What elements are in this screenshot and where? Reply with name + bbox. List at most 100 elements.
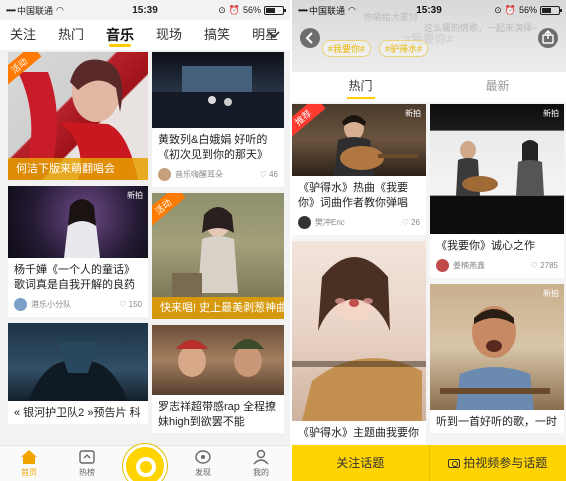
profile-icon xyxy=(253,449,269,465)
video-title: 罗志祥超带感rap 全程撩妹high到欲罢不能 xyxy=(158,401,276,428)
shoot-video-label: 拍视频参与话题 xyxy=(463,456,548,470)
bottom-tab-bar: 首页 热榜 发现 我的 xyxy=(0,444,290,481)
video-thumbnail: 新拍 xyxy=(430,284,564,410)
video-title: 听到一首好听的歌，一时 xyxy=(436,416,557,428)
feed-column-left: 活动 何洁下版来萌翻唱会 新拍 杨千嬅《一个人的童话》歌词真是自我开解的良药 港… xyxy=(8,52,148,430)
tab-home[interactable]: 首页 xyxy=(4,449,54,481)
home-icon xyxy=(21,450,37,464)
video-caption-overlay: 快来唱! 史上最美剥葱神曲 xyxy=(152,297,284,319)
author-name[interactable]: 港乐小分队 xyxy=(31,299,71,310)
like-count: ♡ 26 xyxy=(401,218,420,227)
like-value: 150 xyxy=(128,300,142,309)
author-name[interactable]: 樊冲Eric xyxy=(315,217,345,228)
right-screen: ••••• 中国联通 ◠ 15:39 ⊙ ⏰ 56% 你能给大家讨 这么暖的情歌… xyxy=(292,0,566,481)
tab-live[interactable]: 现场 xyxy=(156,20,182,50)
feed-column-right: 黄致列&白娥娟 好听的《初次见到你的那天》 音乐嗨醒耳朵 ♡ 46 活动 快来唱… xyxy=(152,52,284,439)
share-button[interactable] xyxy=(538,28,558,48)
lock-rotation-icon: ⊙ xyxy=(218,4,226,15)
like-value: 26 xyxy=(411,218,420,227)
chevron-left-icon xyxy=(305,32,313,44)
watermark: 新拍 xyxy=(543,289,559,298)
alarm-icon: ⏰ xyxy=(228,4,240,15)
tab-label: 发现 xyxy=(195,468,211,477)
like-value: 2785 xyxy=(540,261,558,270)
video-card[interactable]: 黄致列&白娥娟 好听的《初次见到你的那天》 音乐嗨醒耳朵 ♡ 46 xyxy=(152,52,284,187)
wifi-icon: ◠ xyxy=(56,4,64,15)
video-card[interactable]: 推荐 新拍 《驴得水》热曲《我要你》词曲作者教你弹唱 樊冲Eric ♡ 26 xyxy=(292,104,426,235)
tab-label: 我的 xyxy=(253,468,269,477)
carrier-label: 中国联通 xyxy=(17,5,54,16)
watermark: 新拍 xyxy=(127,191,143,200)
tab-hot-list[interactable]: 热榜 xyxy=(62,449,112,481)
video-card[interactable]: 新拍 《我要你》诚心之作 姜楠燕鑫 ♡ 2785 xyxy=(430,104,564,278)
author-name[interactable]: 音乐嗨醒耳朵 xyxy=(175,169,223,180)
battery-percent: 56% xyxy=(242,5,261,15)
topic-description: 你能给大家讨 xyxy=(364,12,419,22)
avatar[interactable] xyxy=(14,298,27,311)
chevron-down-icon[interactable] xyxy=(268,28,280,42)
left-screen: ••••• 中国联通 ◠ 15:39 ⊙ ⏰ 56% 关注 热门 音乐 现场 搞… xyxy=(0,0,290,481)
back-button[interactable] xyxy=(300,28,320,48)
video-card[interactable]: 新拍 杨千嬅《一个人的童话》歌词真是自我开解的良药 港乐小分队 ♡ 150 xyxy=(8,186,148,317)
battery-percent: 56% xyxy=(518,5,537,15)
signal-icon: ••••• xyxy=(298,5,308,15)
signal-icon: ••••• xyxy=(6,5,16,15)
tab-funny[interactable]: 搞笑 xyxy=(204,20,230,50)
tab-discover[interactable]: 发现 xyxy=(178,449,228,481)
lock-rotation-icon: ⊙ xyxy=(494,4,502,15)
video-card[interactable]: 活动 何洁下版来萌翻唱会 xyxy=(8,52,148,180)
category-tabs: 关注 热门 音乐 现场 搞笑 明星 xyxy=(0,20,290,50)
record-icon xyxy=(123,444,167,481)
video-thumbnail: 推荐 新拍 xyxy=(292,104,426,176)
follow-topic-button[interactable]: 关注话题 xyxy=(292,445,429,481)
avatar[interactable] xyxy=(436,259,449,272)
video-caption-overlay: 何洁下版来萌翻唱会 xyxy=(8,158,148,180)
video-card[interactable]: 罗志祥超带感rap 全程撩妹high到欲罢不能 xyxy=(152,325,284,433)
feed-column-left: 推荐 新拍 《驴得水》热曲《我要你》词曲作者教你弹唱 樊冲Eric ♡ 26 《… xyxy=(292,104,426,450)
tab-hot[interactable]: 热门 xyxy=(292,72,429,102)
video-card[interactable]: 新拍 听到一首好听的歌，一时 xyxy=(430,284,564,433)
topic-header: ••••• 中国联通 ◠ 15:39 ⊙ ⏰ 56% 你能给大家讨 这么暖的情歌… xyxy=(292,0,566,72)
follow-topic-label: 关注话题 xyxy=(336,456,385,470)
video-thumbnail: 活动 何洁下版来萌翻唱会 xyxy=(8,52,148,180)
topic-tag[interactable]: #我要你# xyxy=(322,40,372,57)
discover-icon xyxy=(195,450,211,464)
video-thumbnail: 新拍 xyxy=(8,186,148,258)
status-bar: ••••• 中国联通 ◠ 15:39 ⊙ ⏰ 56% xyxy=(0,0,290,20)
clock: 15:39 xyxy=(416,4,442,16)
tab-music[interactable]: 音乐 xyxy=(106,20,134,50)
watermark: 新拍 xyxy=(405,109,421,118)
share-icon xyxy=(542,30,554,44)
video-thumbnail: 活动 快来唱! 史上最美剥葱神曲 xyxy=(152,193,284,319)
topic-action-bar: 关注话题 拍视频参与话题 xyxy=(292,445,566,481)
avatar[interactable] xyxy=(158,168,171,181)
tab-follow[interactable]: 关注 xyxy=(10,20,36,50)
watermark: 新拍 xyxy=(543,109,559,118)
like-count: ♡ 150 xyxy=(119,300,142,309)
video-thumbnail xyxy=(152,52,284,128)
video-card[interactable]: 活动 快来唱! 史上最美剥葱神曲 xyxy=(152,193,284,319)
status-bar: ••••• 中国联通 ◠ 15:39 ⊙ ⏰ 56% xyxy=(292,0,566,20)
alarm-icon: ⏰ xyxy=(504,4,516,15)
author-name[interactable]: 姜楠燕鑫 xyxy=(453,260,485,271)
tab-profile[interactable]: 我的 xyxy=(236,449,286,481)
video-title: 《我要你》诚心之作 xyxy=(436,240,535,252)
shoot-video-button[interactable]: 拍视频参与话题 xyxy=(428,445,566,481)
sort-tabs: 热门 最新 xyxy=(292,72,566,102)
tab-latest[interactable]: 最新 xyxy=(429,72,566,102)
video-title: 黄致列&白娥娟 好听的《初次见到你的那天》 xyxy=(158,134,268,161)
video-thumbnail xyxy=(152,325,284,395)
tab-record[interactable] xyxy=(120,444,170,481)
battery-icon xyxy=(264,5,286,15)
video-card[interactable]: 《驴得水》主题曲我要你 xyxy=(292,241,426,444)
topic-tag[interactable]: #驴得水# xyxy=(379,40,429,57)
wifi-icon: ◠ xyxy=(348,4,356,15)
video-title: « 银河护卫队2 »预告片 科 xyxy=(14,407,141,419)
feed-column-right: 新拍 《我要你》诚心之作 姜楠燕鑫 ♡ 2785 新拍 听到一首好听的歌，一时 xyxy=(430,104,564,439)
tab-label: 热榜 xyxy=(79,468,95,477)
video-card[interactable]: « 银河护卫队2 »预告片 科 xyxy=(8,323,148,424)
tab-hot[interactable]: 热门 xyxy=(58,20,84,50)
topic-tags: #我要你# #驴得水# xyxy=(322,40,429,57)
video-thumbnail: 新拍 xyxy=(430,104,564,234)
avatar[interactable] xyxy=(298,216,311,229)
